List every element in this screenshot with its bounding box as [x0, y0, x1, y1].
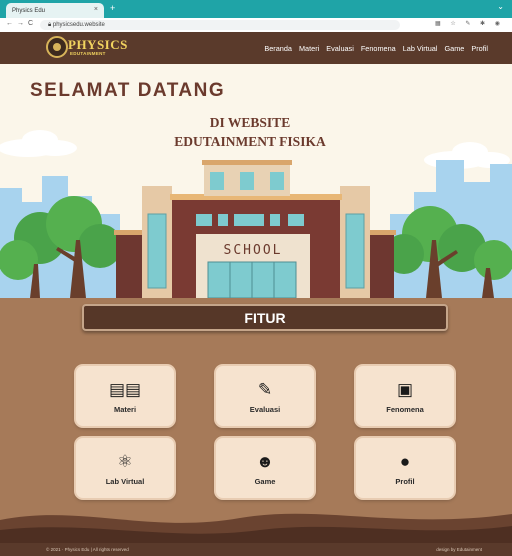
- address-bar-row: ← → C 🔒︎ physicsedu.website ▦ ☆ ✎ ✱ ◉: [0, 18, 512, 33]
- menu-item-game[interactable]: Game: [445, 44, 465, 53]
- browser-tab-strip: Physics Edu × + ⌄: [0, 0, 512, 18]
- feature-card-evaluasi[interactable]: ✎ Evaluasi: [216, 366, 314, 426]
- feature-card-fenomena[interactable]: ▣ Fenomena: [356, 366, 454, 426]
- window-menu-icon[interactable]: ⌄: [497, 2, 504, 11]
- hero-title: SELAMAT DATANG: [30, 80, 226, 101]
- site-logo[interactable]: PHYSICS EDUTAINMENT: [46, 36, 127, 60]
- fitur-heading: FITUR: [82, 304, 448, 331]
- main-menu: Beranda Materi Evaluasi Fenomena Lab Vir…: [264, 44, 488, 53]
- tab-close-icon[interactable]: ×: [94, 6, 98, 13]
- footer-credit: design by Edutainment: [436, 547, 482, 552]
- images-icon: ▣: [396, 379, 414, 399]
- feature-card-label: Profil: [395, 476, 415, 486]
- url-field[interactable]: 🔒︎ physicsedu.website: [40, 20, 400, 30]
- browser-tab[interactable]: Physics Edu ×: [6, 3, 104, 18]
- user-icon: ●: [399, 451, 411, 471]
- book-icon: ▤▤: [108, 379, 142, 399]
- reload-icon[interactable]: C: [28, 20, 33, 27]
- atom-icon: ⚛: [117, 451, 133, 471]
- cloud-left: [0, 130, 77, 157]
- feature-card-lab-virtual[interactable]: ⚛ Lab Virtual: [76, 438, 174, 498]
- forward-icon[interactable]: →: [17, 20, 24, 27]
- feature-card-label: Materi: [113, 404, 137, 414]
- back-icon[interactable]: ←: [6, 20, 13, 27]
- url-text: physicsedu.website: [52, 22, 105, 28]
- feature-card-game[interactable]: ☻ Game: [216, 438, 314, 498]
- feature-card-label: Lab Virtual: [105, 476, 145, 486]
- menu-item-materi[interactable]: Materi: [299, 44, 319, 53]
- school-sign: SCHOOL: [224, 243, 283, 258]
- hero-subtitle-line1: DI WEBSITE: [209, 115, 291, 130]
- footer-copyright: © 2021 · Physics Edu | All rights reserv…: [46, 547, 129, 552]
- logo-badge-icon: [46, 36, 68, 58]
- menu-item-fenomena[interactable]: Fenomena: [361, 44, 396, 53]
- menu-item-profil[interactable]: Profil: [471, 44, 488, 53]
- feature-card-profil[interactable]: ● Profil: [356, 438, 454, 498]
- feature-card-label: Fenomena: [386, 404, 424, 414]
- extension-icons[interactable]: ▦ ☆ ✎ ✱ ◉: [435, 20, 504, 27]
- pencil-ruler-icon: ✎: [257, 379, 273, 399]
- logo-subtitle: EDUTAINMENT: [70, 51, 106, 56]
- menu-item-beranda[interactable]: Beranda: [264, 44, 292, 53]
- hero-subtitle: DI WEBSITE EDUTAINMENT FISIKA: [150, 113, 350, 151]
- feature-card-label: Evaluasi: [249, 404, 281, 414]
- menu-item-evaluasi[interactable]: Evaluasi: [326, 44, 354, 53]
- hero-subtitle-line2: EDUTAINMENT FISIKA: [174, 134, 326, 149]
- tab-title: Physics Edu: [12, 7, 46, 14]
- game-bot-icon: ☻: [256, 451, 274, 471]
- site-footer: © 2021 · Physics Edu | All rights reserv…: [0, 543, 512, 556]
- new-tab-button[interactable]: +: [110, 3, 115, 13]
- feature-card-materi[interactable]: ▤▤ Materi: [76, 366, 174, 426]
- school-building: [114, 160, 396, 298]
- feature-card-label: Game: [254, 476, 276, 486]
- menu-item-lab-virtual[interactable]: Lab Virtual: [403, 44, 438, 53]
